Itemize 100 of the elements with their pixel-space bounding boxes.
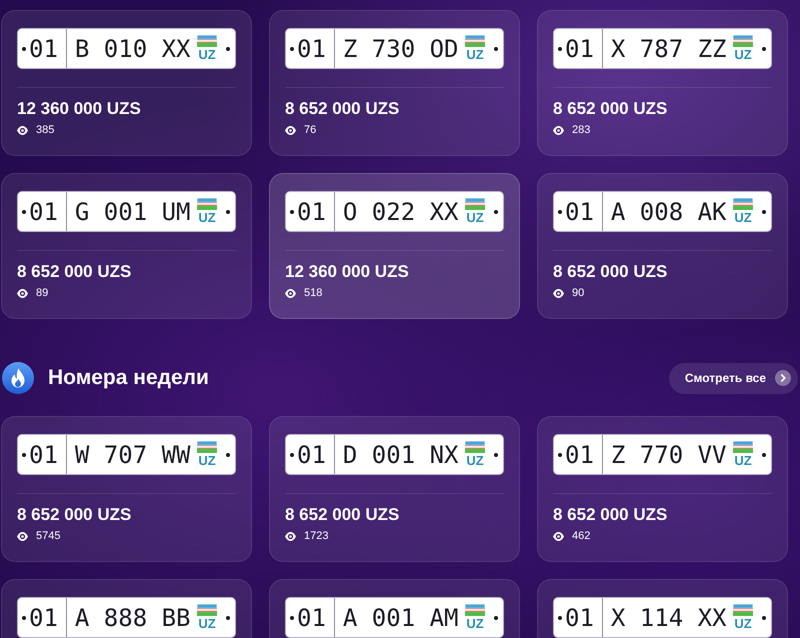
flag-icon	[465, 198, 485, 210]
plate-card[interactable]: 01 Z 730 OD UZ 8 652 000 UZS 76	[269, 10, 520, 156]
plate-number: O 022 XX	[342, 196, 460, 226]
price: 8 652 000 UZS	[285, 504, 400, 526]
dot-icon	[226, 616, 230, 620]
plate-card[interactable]: 01 Z 770 VV UZ 8 652 000 UZS 462	[537, 416, 788, 562]
dot-icon	[22, 452, 26, 456]
eye-icon	[17, 126, 28, 134]
flag-icon	[197, 441, 217, 453]
flag-icon	[733, 441, 753, 453]
view-count: 385	[36, 123, 54, 137]
country-code: UZ	[734, 454, 752, 468]
dot-icon	[494, 210, 498, 214]
view-count: 89	[36, 286, 48, 300]
dot-icon	[22, 210, 26, 214]
country-code: UZ	[198, 454, 216, 468]
dot-icon	[226, 210, 230, 214]
country-code: UZ	[466, 211, 484, 225]
plate-card[interactable]: 01 A 001 AM UZ	[269, 579, 520, 638]
dot-icon	[494, 616, 498, 620]
region-code: 01	[29, 34, 58, 64]
country-code: UZ	[198, 617, 216, 631]
view-count: 1723	[304, 529, 328, 543]
plate-card[interactable]: 01 W 707 WW UZ 8 652 000 UZS 5745	[1, 416, 252, 562]
region-code: 01	[297, 440, 326, 470]
flag-icon	[465, 441, 485, 453]
region-code: 01	[29, 440, 58, 470]
flag-icon	[197, 198, 217, 210]
dot-icon	[558, 210, 562, 214]
dot-icon	[226, 452, 230, 456]
country-code: UZ	[198, 211, 216, 225]
plate-card[interactable]: 01 X 114 XX UZ	[537, 579, 788, 638]
plate-card[interactable]: 01 G 001 UM UZ 8 652 000 UZS 89	[1, 173, 252, 319]
plate-number: A 001 AM	[342, 602, 460, 632]
eye-icon	[17, 532, 28, 540]
price: 8 652 000 UZS	[17, 261, 132, 283]
country-code: UZ	[466, 617, 484, 631]
view-count: 462	[572, 529, 590, 543]
region-code: 01	[297, 34, 326, 64]
dot-icon	[762, 46, 766, 50]
plate-number: B 010 XX	[74, 34, 192, 64]
flag-icon	[733, 198, 753, 210]
dot-icon	[762, 210, 766, 214]
flag-icon	[465, 604, 485, 616]
dot-icon	[290, 616, 294, 620]
dot-icon	[558, 616, 562, 620]
plate-card[interactable]: 01 A 888 BB UZ	[1, 579, 252, 638]
view-count: 76	[304, 123, 316, 137]
plate-number: A 008 AK	[610, 196, 728, 226]
eye-icon	[553, 288, 564, 298]
dot-icon	[558, 46, 562, 50]
plate-number: D 001 NX	[342, 440, 460, 470]
region-code: 01	[565, 196, 594, 226]
dot-icon	[22, 46, 26, 50]
region-code: 01	[565, 602, 594, 632]
dot-icon	[290, 452, 294, 456]
view-count: 283	[572, 123, 590, 137]
price: 12 360 000 UZS	[17, 98, 142, 120]
eye-icon	[285, 288, 296, 298]
dot-icon	[558, 452, 562, 456]
flag-icon	[197, 35, 217, 47]
eye-icon	[553, 126, 564, 134]
country-code: UZ	[734, 211, 752, 225]
plate-card[interactable]: 01 B 010 XX UZ 12 360 000 UZS 385	[1, 10, 252, 156]
view-all-button[interactable]: Смотреть все	[668, 362, 798, 394]
plate-card[interactable]: 01 A 008 AK UZ 8 652 000 UZS 90	[537, 173, 788, 319]
plate-card[interactable]: 01 D 001 NX UZ 8 652 000 UZS 1723	[269, 416, 520, 562]
plate-number: W 707 WW	[74, 440, 192, 470]
chevron-icon	[775, 370, 791, 386]
eye-icon	[285, 126, 296, 134]
price: 8 652 000 UZS	[17, 504, 132, 526]
eye-icon	[553, 532, 564, 540]
price: 12 360 000 UZS	[285, 261, 410, 283]
eye-icon	[17, 288, 28, 298]
region-code: 01	[565, 34, 594, 64]
dot-icon	[762, 616, 766, 620]
region-code: 01	[565, 440, 594, 470]
view-count: 518	[304, 286, 322, 300]
plate-number: Z 730 OD	[342, 34, 460, 64]
dot-icon	[762, 452, 766, 456]
eye-icon	[285, 532, 296, 540]
dot-icon	[290, 46, 294, 50]
view-count: 5745	[36, 529, 60, 543]
dot-icon	[22, 616, 26, 620]
section-title: Номера недели	[48, 365, 209, 391]
dot-icon	[226, 46, 230, 50]
plate-number: X 114 XX	[610, 602, 728, 632]
country-code: UZ	[734, 48, 752, 62]
region-code: 01	[29, 196, 58, 226]
flag-icon	[197, 604, 217, 616]
price: 8 652 000 UZS	[553, 261, 668, 283]
dot-icon	[494, 46, 498, 50]
plate-card[interactable]: 01 X 787 ZZ UZ 8 652 000 UZS 283	[537, 10, 788, 156]
plate-card[interactable]: 01 O 022 XX UZ 12 360 000 UZS 518	[269, 173, 520, 319]
price: 8 652 000 UZS	[285, 98, 400, 120]
plate-number: X 787 ZZ	[610, 34, 728, 64]
country-code: UZ	[734, 617, 752, 631]
country-code: UZ	[466, 48, 484, 62]
region-code: 01	[297, 196, 326, 226]
region-code: 01	[29, 602, 58, 632]
